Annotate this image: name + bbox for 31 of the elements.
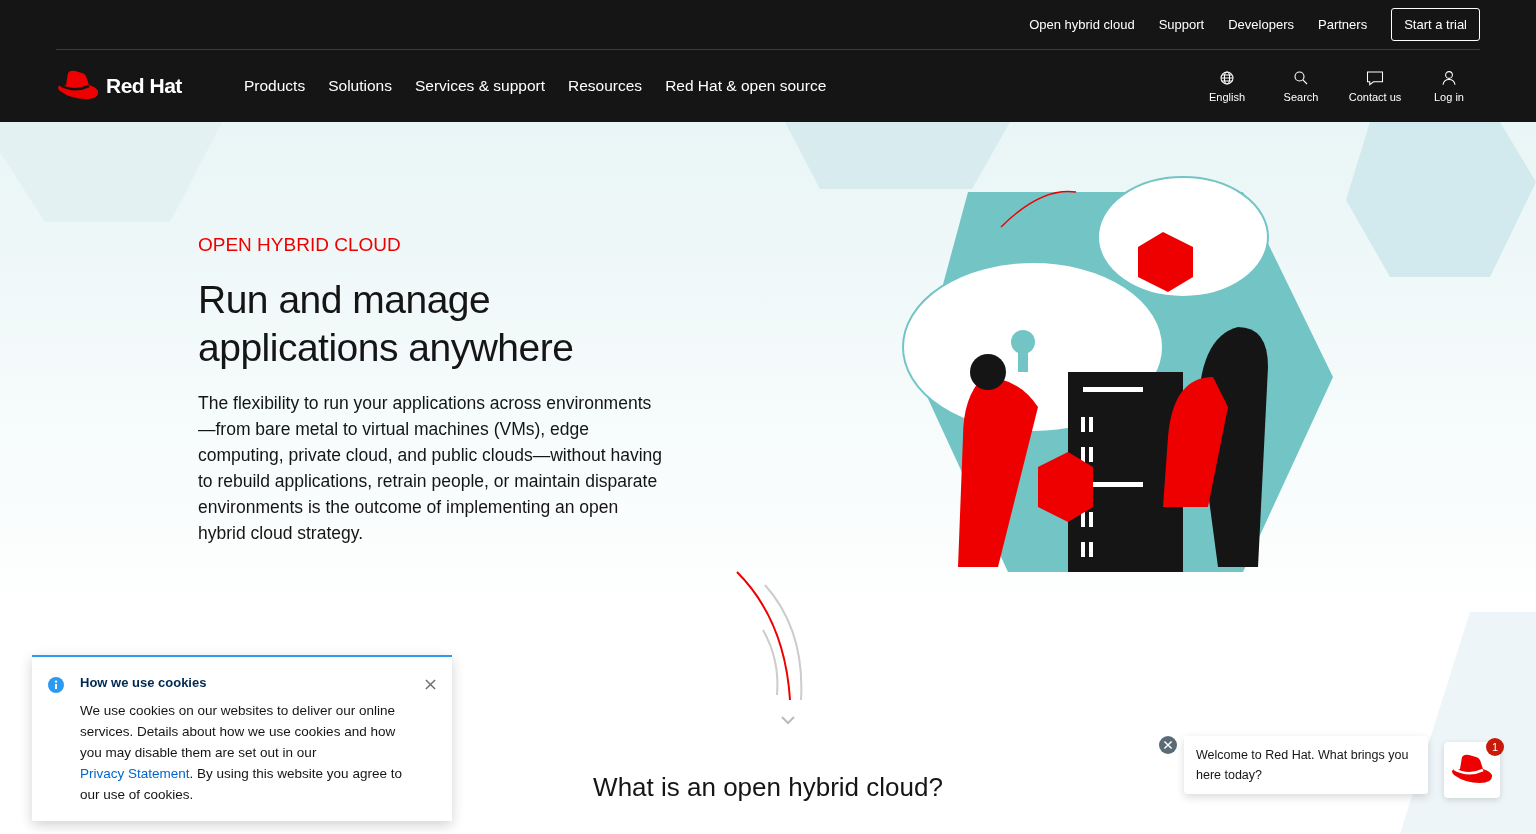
close-icon[interactable]: [1159, 736, 1177, 754]
close-icon[interactable]: [425, 679, 436, 690]
nav-menu-item[interactable]: Solutions: [328, 77, 392, 95]
hero-description: The flexibility to run your applications across environments—from bare metal to virtual machines (VMs), edge computing, private cloud, and public clouds—without having to rebuild applications, retrain people, or maintain disparate environments is the outcome of implementing an open hybrid cloud strategy.: [198, 392, 664, 545]
utility-link[interactable]: Support: [1158, 17, 1205, 32]
notification-badge: 1: [1486, 738, 1504, 756]
nav-action-link[interactable]: Contact us: [1344, 69, 1406, 103]
utility-link[interactable]: Developers: [1228, 17, 1294, 32]
utility-link[interactable]: Open hybrid cloud: [1029, 17, 1135, 32]
start-trial-button[interactable]: Start a trial: [1391, 8, 1480, 41]
chat-message: Welcome to Red Hat. What brings you here today?: [1184, 736, 1428, 794]
utility-link[interactable]: Partners: [1318, 17, 1368, 32]
nav-action-link[interactable]: Search: [1270, 69, 1332, 103]
nav-menu-item[interactable]: Red Hat & open source: [665, 77, 827, 95]
nav-menu-item[interactable]: Products: [244, 77, 306, 95]
cookie-notice-title: How we use cookies: [80, 675, 208, 690]
logo-wordmark[interactable]: Red Hat: [106, 74, 182, 98]
user-icon: [1440, 69, 1458, 87]
privacy-statement-link[interactable]: Privacy Statement: [80, 766, 190, 781]
nav-action-link[interactable]: Log in: [1418, 69, 1480, 103]
nav-menu-item[interactable]: Services & support: [414, 77, 546, 95]
info-icon: [48, 677, 64, 693]
speech-bubble-icon: [1366, 69, 1384, 87]
hero-title: Run and manage applications anywhere: [198, 277, 575, 371]
search-icon: [1292, 69, 1310, 87]
nav-action-link[interactable]: English: [1196, 69, 1258, 103]
eyebrow-text: OPEN HYBRID CLOUD: [198, 234, 402, 256]
section-heading: What is an open hybrid cloud?: [593, 772, 943, 803]
cookie-notice-text: We use cookies on our websites to deliver our online services. Details about how we use cookies and how you may disable them are set out in our Privacy Statement. By using this website you agree to our use of cookies.: [80, 702, 403, 804]
globe-icon: [1218, 69, 1236, 87]
nav-menu-item[interactable]: Resources: [568, 77, 643, 95]
